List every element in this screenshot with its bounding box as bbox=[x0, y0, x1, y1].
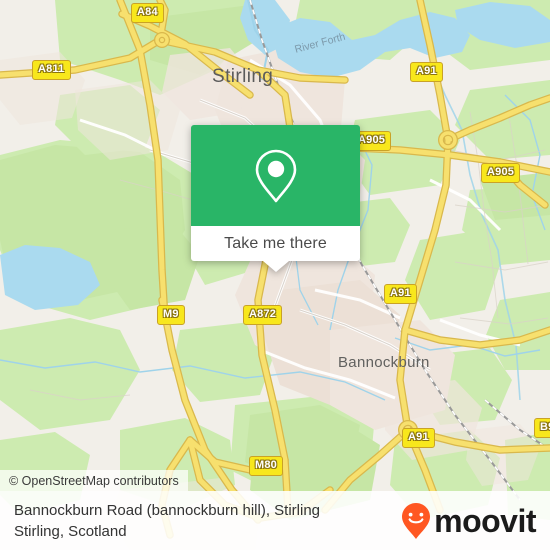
callout-tail bbox=[262, 261, 289, 272]
map-pin-icon bbox=[255, 149, 296, 202]
road-shield-a91-m[interactable]: A91 bbox=[384, 284, 417, 304]
moovit-wordmark: moovit bbox=[434, 502, 536, 539]
osm-attribution[interactable]: © OpenStreetMap contributors bbox=[0, 470, 188, 491]
callout-icon-area bbox=[191, 125, 360, 226]
location-title-line1: Bannockburn Road (bannockburn hill), Sti… bbox=[14, 501, 321, 519]
footer-bar: Bannockburn Road (bannockburn hill), Sti… bbox=[0, 491, 550, 550]
attribution-text: © OpenStreetMap contributors bbox=[9, 473, 179, 488]
callout-button-label: Take me there bbox=[224, 234, 327, 252]
road-shield-a905-e[interactable]: A905 bbox=[481, 163, 521, 183]
location-title: Bannockburn Road (bannockburn hill), Sti… bbox=[14, 500, 320, 542]
callout-button[interactable]: Take me there bbox=[191, 226, 360, 261]
road-shield-b9[interactable]: B9 bbox=[534, 418, 550, 438]
road-shield-a84[interactable]: A84 bbox=[131, 3, 164, 23]
map-screenshot: Stirling Bannockburn River Forth A84 A81… bbox=[0, 0, 550, 550]
road-shield-a91-s[interactable]: A91 bbox=[402, 428, 435, 448]
moovit-logo[interactable]: moovit bbox=[401, 502, 536, 540]
road-shield-m80[interactable]: M80 bbox=[249, 456, 283, 476]
map-canvas[interactable]: Stirling Bannockburn River Forth A84 A81… bbox=[0, 0, 550, 550]
location-title-line2: Stirling, Scotland bbox=[14, 522, 127, 540]
road-shield-a811[interactable]: A811 bbox=[32, 60, 71, 80]
take-me-there-callout[interactable]: Take me there bbox=[191, 125, 360, 272]
road-shield-a91-n[interactable]: A91 bbox=[410, 62, 443, 82]
road-shield-m9[interactable]: M9 bbox=[157, 305, 185, 325]
road-shield-a872[interactable]: A872 bbox=[243, 305, 283, 325]
moovit-pin-icon bbox=[402, 502, 431, 539]
